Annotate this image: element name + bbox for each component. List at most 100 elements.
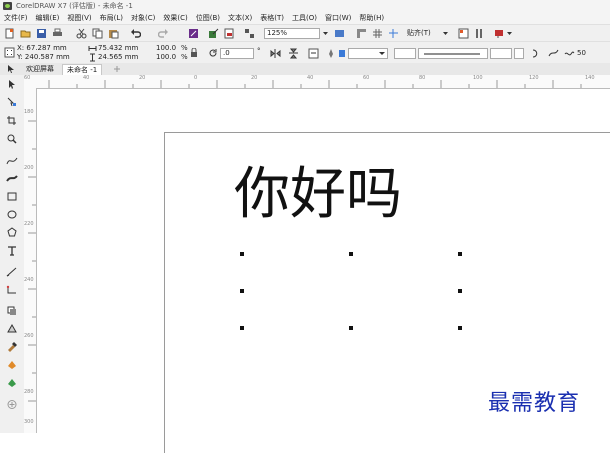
new-document-icon[interactable]	[4, 28, 15, 39]
text-tool-icon[interactable]	[6, 245, 18, 256]
y-position-field[interactable]: Y: 240.587 mm	[17, 53, 70, 62]
end-arrowhead-select[interactable]	[490, 48, 512, 59]
toolbox	[0, 75, 25, 433]
standard-toolbar: 125% 贴齐(T)	[0, 24, 610, 42]
menu-effects[interactable]: 效果(C)	[163, 12, 187, 24]
pick-tool-icon[interactable]	[6, 79, 18, 90]
menu-object[interactable]: 对象(C)	[131, 12, 155, 24]
smoothing-icon[interactable]	[548, 48, 559, 59]
horizontal-ruler-ticks	[48, 80, 582, 88]
launch-dropdown-icon[interactable]	[506, 28, 513, 39]
artistic-media-tool-icon[interactable]	[6, 173, 18, 184]
ruler-h-tick-label: 60	[363, 75, 370, 81]
window-title: CorelDRAW X7 (评估版) - 未命名 -1	[16, 2, 133, 10]
show-rulers-icon[interactable]	[356, 28, 367, 39]
width-field[interactable]: 75.432 mm	[98, 44, 138, 53]
scale-x-field[interactable]: 100.0	[156, 44, 176, 53]
ellipse-tool-icon[interactable]	[6, 209, 18, 220]
snap-dropdown-icon[interactable]	[442, 28, 449, 39]
x-position-field[interactable]: X: 67.287 mm	[17, 44, 67, 53]
print-icon[interactable]	[52, 28, 63, 39]
menu-tools[interactable]: 工具(O)	[292, 12, 317, 24]
menu-text[interactable]: 文本(X)	[228, 12, 252, 24]
shape-tool-icon[interactable]	[6, 97, 18, 108]
menu-bitmaps[interactable]: 位图(B)	[196, 12, 220, 24]
ruler-v-tick-label: 280	[24, 389, 34, 395]
menu-table[interactable]: 表格(T)	[260, 12, 284, 24]
snap-to-select[interactable]: 贴齐(T)	[404, 28, 442, 39]
crop-tool-icon[interactable]	[6, 115, 18, 126]
mirror-vertical-icon[interactable]	[288, 48, 299, 59]
ruler-v-tick-label: 200	[24, 165, 34, 171]
horizontal-ruler[interactable]: 60 40 20 0 20 40 60 80 100 120 140	[24, 75, 610, 89]
menu-window[interactable]: 窗口(W)	[325, 12, 351, 24]
mirror-horizontal-icon[interactable]	[270, 48, 281, 59]
paste-icon[interactable]	[108, 28, 119, 39]
save-icon[interactable]	[36, 28, 47, 39]
welcome-screen-icon[interactable]	[458, 28, 469, 39]
open-folder-icon[interactable]	[20, 28, 31, 39]
rectangle-tool-icon[interactable]	[6, 191, 18, 202]
menu-help[interactable]: 帮助(H)	[359, 12, 384, 24]
polygon-tool-icon[interactable]	[6, 227, 18, 238]
curve-smoothness-value[interactable]: 50	[577, 49, 586, 58]
cut-icon[interactable]	[76, 28, 87, 39]
object-origin-icon[interactable]	[4, 47, 15, 58]
selection-handles-overlay[interactable]	[240, 252, 462, 330]
connector-tool-icon[interactable]	[6, 285, 18, 296]
rotation-angle-field[interactable]: .0	[220, 48, 254, 59]
freehand-tool-icon[interactable]	[6, 155, 18, 166]
artwork-text[interactable]: 你好吗	[234, 162, 402, 227]
publish-pdf-icon[interactable]	[224, 28, 235, 39]
redo-icon[interactable]	[158, 28, 169, 39]
interactive-fill-tool-icon[interactable]	[6, 359, 18, 370]
show-guidelines-icon[interactable]	[388, 28, 399, 39]
transparency-tool-icon[interactable]	[6, 323, 18, 334]
lock-ratio-icon[interactable]	[190, 48, 198, 57]
show-grid-icon[interactable]	[372, 28, 383, 39]
menu-edit[interactable]: 编辑(E)	[36, 12, 60, 24]
full-screen-preview-icon[interactable]	[334, 28, 345, 39]
ruler-h-tick-label: 60	[24, 75, 31, 81]
zoom-tool-icon[interactable]	[6, 133, 18, 144]
height-icon	[90, 53, 95, 62]
add-tab-icon[interactable]	[112, 64, 122, 74]
options-icon[interactable]	[474, 28, 485, 39]
drop-shadow-tool-icon[interactable]	[6, 305, 18, 316]
selected-text-object[interactable]: 你好吗	[203, 158, 433, 238]
ruler-h-tick-label: 20	[139, 75, 146, 81]
menu-layout[interactable]: 布局(L)	[100, 12, 123, 24]
copy-icon[interactable]	[92, 28, 103, 39]
scale-y-field[interactable]: 100.0	[156, 53, 176, 62]
outline-pen-icon[interactable]	[326, 48, 337, 59]
undo-icon[interactable]	[130, 28, 141, 39]
width-icon	[88, 46, 97, 51]
parallel-dimension-tool-icon[interactable]	[6, 267, 18, 278]
start-arrowhead-select[interactable]	[394, 48, 416, 59]
launch-icon[interactable]	[494, 28, 505, 39]
smart-fill-tool-icon[interactable]	[6, 377, 18, 388]
close-curve-icon[interactable]	[530, 48, 541, 59]
degree-unit: °	[257, 47, 261, 55]
zoom-level-select[interactable]: 125%	[264, 28, 320, 39]
add-tool-icon[interactable]	[6, 399, 18, 410]
document-tabs: 欢迎屏幕 未命名 -1	[0, 63, 610, 76]
color-eyedropper-tool-icon[interactable]	[6, 341, 18, 352]
fill-dropdown-icon[interactable]	[378, 48, 386, 59]
fill-color-icon[interactable]	[338, 48, 346, 59]
ruler-v-tick-label: 300	[24, 419, 34, 425]
ruler-h-tick-label: 20	[251, 75, 258, 81]
menu-view[interactable]: 视图(V)	[67, 12, 91, 24]
vertical-ruler[interactable]: 180 200 220 240 260 280 300	[24, 88, 37, 433]
menu-file[interactable]: 文件(F)	[4, 12, 28, 24]
export-icon[interactable]	[208, 28, 219, 39]
scale-x-unit: %	[181, 44, 188, 52]
import-icon[interactable]	[188, 28, 199, 39]
app-launcher-icon[interactable]	[244, 28, 255, 39]
wrap-text-icon[interactable]	[308, 48, 319, 59]
watermark-text: 最需教育	[488, 391, 581, 416]
zoom-dropdown-icon[interactable]	[322, 28, 329, 39]
arrowhead-dropdown[interactable]	[514, 48, 524, 59]
height-field[interactable]: 24.565 mm	[98, 53, 138, 62]
rotation-angle-value: .0	[223, 49, 230, 57]
